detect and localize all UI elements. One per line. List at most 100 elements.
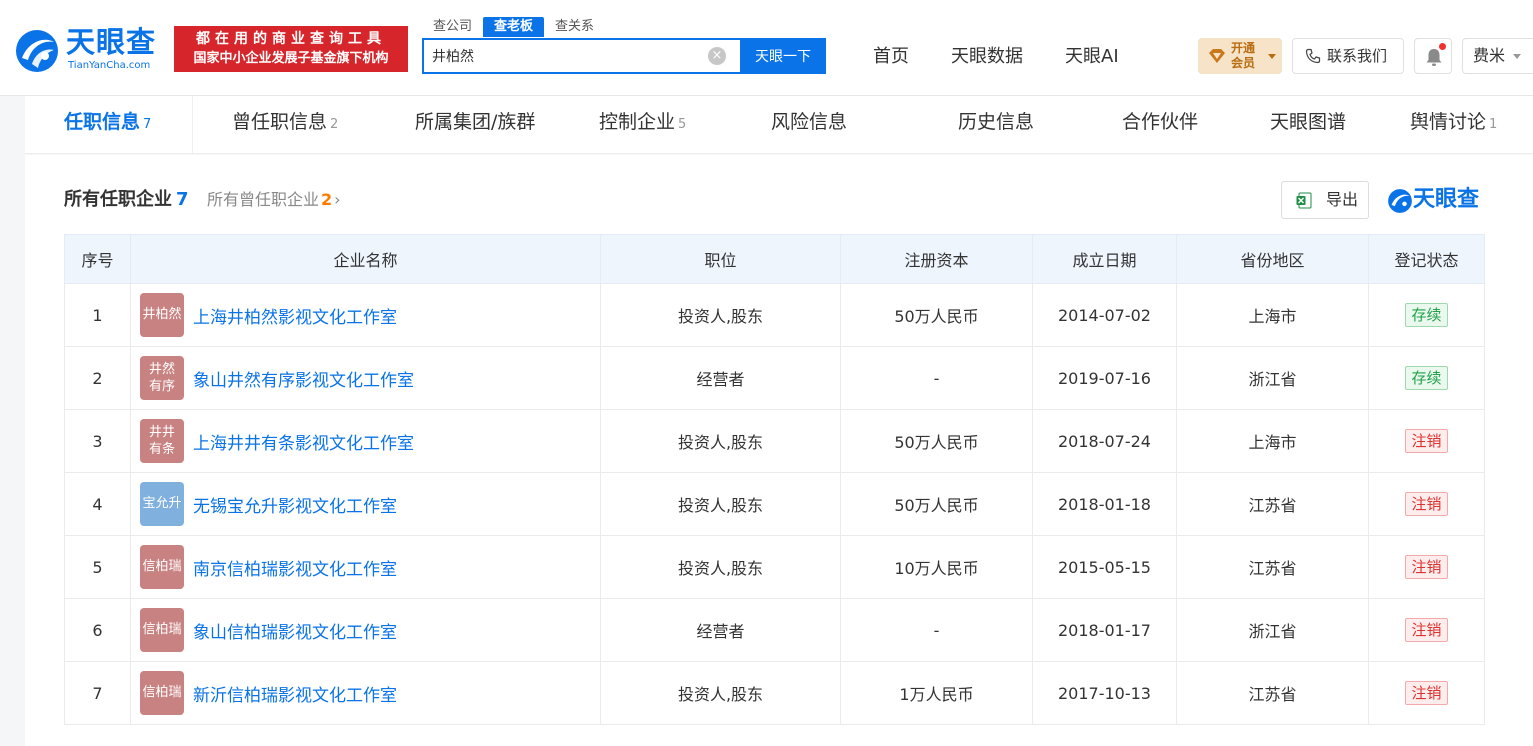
company-avatar[interactable]: 宝允升 [140,482,184,526]
tianyancha-logo-icon [1388,189,1412,213]
region-cell: 浙江省 [1176,346,1369,410]
phone-icon [1305,48,1321,64]
col-header-index: 序号 [64,234,131,284]
search-button[interactable]: 天眼一下 [740,38,826,74]
tab-label: 控制企业 [599,111,676,133]
table-row: 6 信柏瑞 象山信柏瑞影视文化工作室 经营者 -2018-01-17 浙江省 注销 [64,598,1485,662]
tab-count: 5 [678,117,687,132]
founded-date-cell: 2017-10-13 [1032,661,1177,725]
vip-button[interactable]: 开通会员 [1198,38,1282,74]
col-header-region: 省份地区 [1176,234,1369,284]
company-name-link[interactable]: 新沂信柏瑞影视文化工作室 [193,681,397,706]
col-header-position: 职位 [600,234,841,284]
site-logo[interactable]: 天眼查 TianYanCha.com [14,24,164,74]
position-cell: 经营者 [600,598,841,662]
search-box: × [422,38,740,74]
contact-us-label: 联系我们 [1327,47,1388,65]
company-cell: 宝允升 无锡宝允升影视文化工作室 [130,472,601,536]
col-header-founded: 成立日期 [1032,234,1177,284]
tab-current-positions[interactable]: 任职信息 7 [25,96,193,153]
tab-count: 7 [143,117,152,132]
company-avatar[interactable]: 井然 有序 [140,356,184,400]
logo-domain: TianYanCha.com [68,60,151,71]
clear-icon[interactable]: × [708,47,726,65]
export-button[interactable]: 导出 [1281,181,1369,219]
unread-dot [1439,43,1446,50]
row-index: 1 [64,283,131,347]
nav-data[interactable]: 天眼数据 [951,42,1023,72]
company-cell: 信柏瑞 象山信柏瑞影视文化工作室 [130,598,601,662]
tab-public-opinion[interactable]: 舆情讨论 1 [1410,96,1497,153]
nav-home[interactable]: 首页 [873,42,909,72]
search-tab-company[interactable]: 查公司 [422,17,483,37]
company-cell: 井然 有序 象山井然有序影视文化工作室 [130,346,601,410]
top-header: 天眼查 TianYanCha.com 都在用的商业查询工具 国家中小企业发展子基… [0,0,1533,96]
table-row: 5 信柏瑞 南京信柏瑞影视文化工作室 投资人,股东 10万人民币 2015-05-15 江苏… [64,535,1485,599]
search-tab-boss[interactable]: 查老板 [483,17,545,37]
tab-label: 风险信息 [771,111,848,133]
status-badge: 存续 [1405,303,1448,327]
company-avatar[interactable]: 信柏瑞 [140,608,184,652]
positions-table: 序号 企业名称 职位 注册资本 成立日期 省份地区 登记状态 1 井柏然 上海井柏然… [64,234,1485,725]
tab-group[interactable]: 所属集团/族群 [415,96,535,153]
tab-label: 所属集团/族群 [415,111,536,133]
tab-risk[interactable]: 风险信息 [771,96,847,153]
region-cell: 上海市 [1176,283,1369,347]
tianyancha-logo-icon [16,30,58,72]
search-input[interactable] [424,40,694,72]
company-name-link[interactable]: 上海井井有条影视文化工作室 [193,429,414,454]
status-cell: 注销 [1368,598,1485,662]
position-cell: 投资人,股东 [600,283,841,347]
avatar-text: 信柏瑞 [142,559,182,574]
company-cell: 井柏然 上海井柏然影视文化工作室 [130,283,601,347]
status-cell: 注销 [1368,409,1485,473]
status-badge: 注销 [1405,681,1448,705]
tab-controlled-companies[interactable]: 控制企业 5 [599,96,686,153]
company-name-link[interactable]: 南京信柏瑞影视文化工作室 [193,555,397,580]
company-name-link[interactable]: 上海井柏然影视文化工作室 [193,303,397,328]
status-badge: 注销 [1405,429,1448,453]
tab-label: 合作伙伴 [1122,111,1199,133]
chevron-right-icon: › [334,190,341,209]
tab-count: 1 [1489,117,1498,132]
company-name-link[interactable]: 无锡宝允升影视文化工作室 [193,492,397,517]
search-tab-relation[interactable]: 查关系 [544,17,605,37]
export-label: 导出 [1326,190,1359,209]
tab-partners[interactable]: 合作伙伴 [1122,96,1198,153]
brand-text: 天眼查 [1413,187,1480,212]
contact-us-button[interactable]: 联系我们 [1292,38,1404,74]
row-index: 7 [64,661,131,725]
former-positions-link[interactable]: 所有曾任职企业 2 › [207,188,341,212]
tab-history[interactable]: 历史信息 [958,96,1034,153]
notification-button[interactable] [1414,38,1452,74]
company-name-link[interactable]: 象山井然有序影视文化工作室 [193,366,414,391]
founded-date-cell: 2018-01-18 [1032,472,1177,536]
capital-cell: 10万人民币 [840,535,1033,599]
tab-label: 天眼图谱 [1270,111,1347,133]
nav-ai[interactable]: 天眼AI [1065,42,1119,72]
main-nav: 首页 天眼数据 天眼AI [852,42,1140,72]
tab-former-positions[interactable]: 曾任职信息 2 [232,96,338,153]
founded-date-cell: 2018-07-24 [1032,409,1177,473]
tab-count: 2 [330,117,339,132]
founded-date-cell: 2014-07-02 [1032,283,1177,347]
company-avatar[interactable]: 井井 有条 [140,419,184,463]
company-avatar[interactable]: 信柏瑞 [140,671,184,715]
table-row: 4 宝允升 无锡宝允升影视文化工作室 投资人,股东 50万人民币 2018-01-18 江苏… [64,472,1485,536]
user-menu[interactable]: 费米 [1462,38,1533,74]
avatar-text: 宝允升 [142,496,182,511]
company-avatar[interactable]: 信柏瑞 [140,545,184,589]
slogan-line-1: 都在用的商业查询工具 [196,31,386,47]
section-title-label: 所有任职企业 [64,189,172,210]
tab-label: 舆情讨论 [1410,111,1487,133]
company-name-link[interactable]: 象山信柏瑞影视文化工作室 [193,618,397,643]
capital-cell: 50万人民币 [840,283,1033,347]
status-badge: 注销 [1405,555,1448,579]
tab-label: 曾任职信息 [232,111,328,133]
capital-cell: 50万人民币 [840,409,1033,473]
status-cell: 注销 [1368,472,1485,536]
company-avatar[interactable]: 井柏然 [140,293,184,337]
status-cell: 注销 [1368,535,1485,599]
company-cell: 信柏瑞 新沂信柏瑞影视文化工作室 [130,661,601,725]
tab-graph[interactable]: 天眼图谱 [1270,96,1346,153]
